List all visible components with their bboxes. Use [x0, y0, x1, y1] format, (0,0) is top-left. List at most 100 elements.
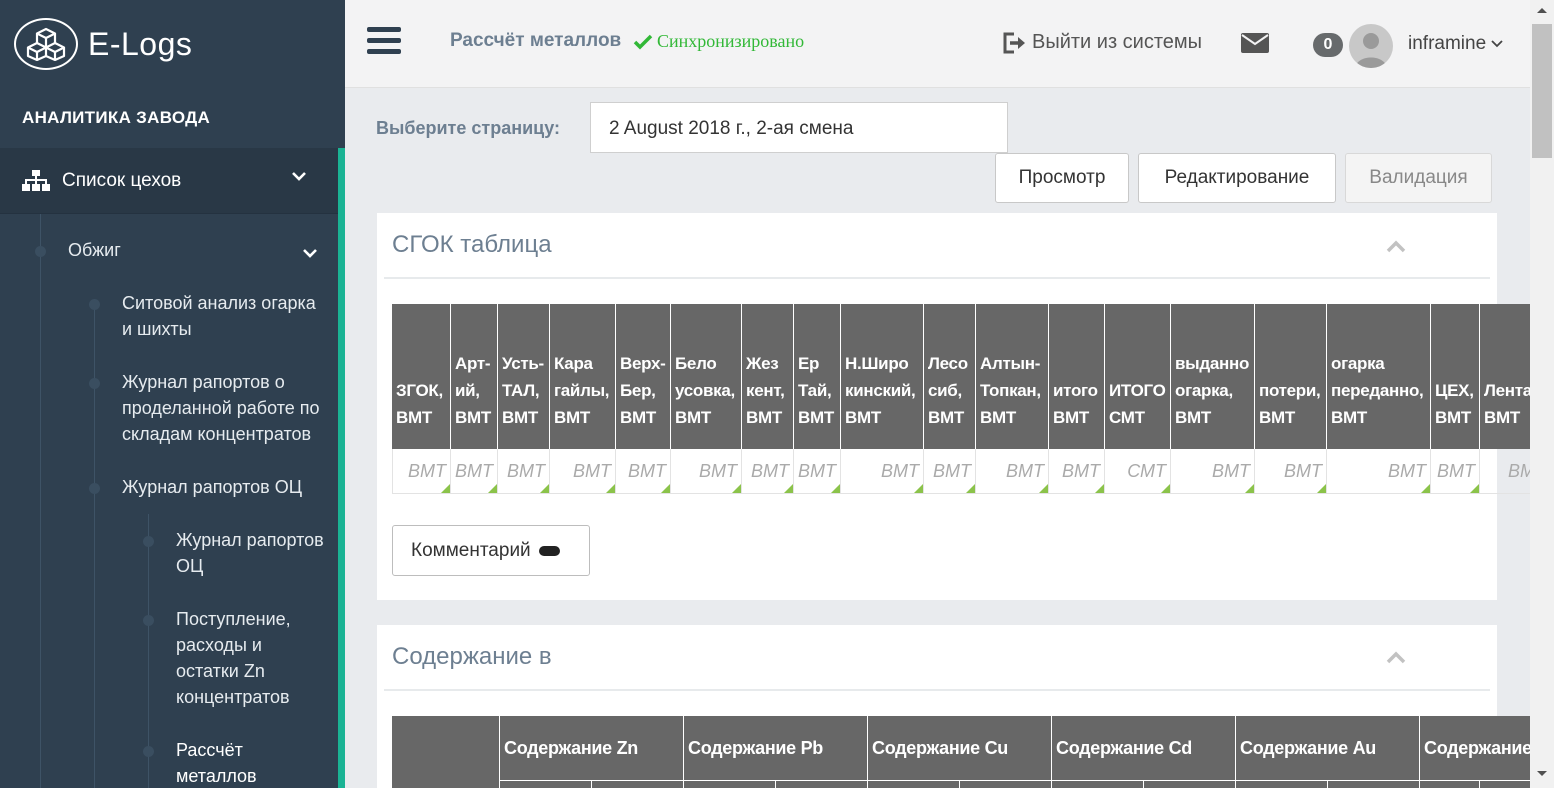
- notification-badge[interactable]: 0: [1313, 33, 1343, 57]
- user-menu[interactable]: inframine: [1408, 33, 1504, 55]
- page-select[interactable]: 2 August 2018 г., 2-ая смена: [590, 102, 1008, 153]
- table-header-cell: Содержание Pb: [683, 716, 867, 780]
- table-header-cell: ЦЕХ, ВМТ: [1430, 304, 1479, 449]
- sidebar-item-zn-concentrates[interactable]: Поступление, расходы и остатки Zn концен…: [176, 606, 291, 710]
- sidebar-item-obzhig[interactable]: Обжиг: [68, 237, 121, 263]
- table-input-cell[interactable]: ВМТ: [1254, 449, 1326, 494]
- cubes-icon: [14, 18, 78, 70]
- table-header-cell: Содержание Au: [1235, 716, 1419, 780]
- table-header-cell: ИТОГО СМТ: [1104, 304, 1170, 449]
- table-input-cell[interactable]: ВМТ: [497, 449, 549, 494]
- table-input-cell[interactable]: ВМТ: [793, 449, 840, 494]
- table-header-cell: Содержание: [1419, 716, 1530, 780]
- tree-line: [40, 214, 41, 788]
- table-input-cell[interactable]: ВМТ: [1048, 449, 1104, 494]
- logout-link[interactable]: Выйти из системы: [1002, 31, 1202, 54]
- table-header-cell: Арт- ий, ВМТ: [450, 304, 497, 449]
- sidebar-section-title: АНАЛИТИКА ЗАВОДА: [22, 108, 211, 127]
- table-input-cell[interactable]: ВМ: [1479, 449, 1530, 494]
- envelope-icon[interactable]: [1241, 33, 1269, 58]
- tree-dot: [143, 746, 154, 757]
- table-input-cell[interactable]: ВМТ: [923, 449, 975, 494]
- hamburger-icon[interactable]: [367, 27, 401, 59]
- username: inframine: [1408, 33, 1487, 54]
- tree-dot: [89, 378, 100, 389]
- table-subheader-cell: [1143, 780, 1235, 788]
- table-input-cell[interactable]: ВМТ: [615, 449, 670, 494]
- check-icon: [633, 34, 653, 49]
- sidebar-item-label: Список цехов: [62, 169, 182, 191]
- logout-label: Выйти из системы: [1032, 31, 1203, 53]
- table-subheader-cell: [1051, 780, 1143, 788]
- page-title: Рассчёт металлов: [450, 30, 622, 51]
- table-subheader-cell: [775, 780, 867, 788]
- table-input-cell[interactable]: ВМТ: [1170, 449, 1254, 494]
- table-subheader-cell: [1235, 780, 1327, 788]
- scroll-down-arrow[interactable]: [1536, 770, 1548, 778]
- table-input-cell[interactable]: ВМТ: [670, 449, 741, 494]
- chevron-up-icon[interactable]: [1385, 651, 1407, 665]
- table-header-cell: Усть- ТАЛ, ВМТ: [497, 304, 549, 449]
- table-subheader-cell: [683, 780, 775, 788]
- sidebar-item-oc-reports[interactable]: Журнал рапортов ОЦ: [122, 474, 302, 500]
- table-header-cell: Кара гайлы, ВМТ: [549, 304, 615, 449]
- logout-icon: [1003, 32, 1025, 53]
- table-input-cell[interactable]: ВМТ: [741, 449, 793, 494]
- comment-button[interactable]: Комментарий: [392, 525, 590, 576]
- scroll-up-arrow[interactable]: [1536, 6, 1548, 14]
- topbar: Рассчёт металлов Синхронизировано Выйти …: [345, 0, 1530, 88]
- table-header: ЗГОК, ВМТ Арт- ий, ВМТ Усть- ТАЛ, ВМТ Кара …: [392, 304, 1530, 449]
- sidebar-item-oc-reports-sub[interactable]: Журнал рапортов ОЦ: [176, 527, 324, 579]
- chevron-down-icon: [1491, 40, 1503, 48]
- view-button[interactable]: Просмотр: [995, 153, 1129, 203]
- table-header-cell: Содержание Zn: [499, 716, 683, 780]
- sidebar-item-concentrate-reports[interactable]: Журнал рапортов о проделанной работе по …: [122, 369, 320, 447]
- scroll-thumb[interactable]: [1532, 24, 1552, 158]
- table-input-cell[interactable]: ВМТ: [450, 449, 497, 494]
- table-header-cell: Н.Широ кинский, ВМТ: [840, 304, 923, 449]
- panel-title: Содержание в: [392, 643, 552, 670]
- comment-badge: [538, 545, 560, 556]
- sync-status-text: Синхронизировано: [657, 31, 805, 51]
- table-input-cell[interactable]: СМТ: [1104, 449, 1170, 494]
- table-header-cell: [392, 716, 499, 788]
- chevron-up-icon[interactable]: [1385, 240, 1407, 254]
- panel-title: СГОК таблица: [392, 231, 552, 258]
- table-input-cell[interactable]: ВМТ: [1326, 449, 1430, 494]
- panel-divider: [384, 277, 1490, 279]
- sgok-table: ЗГОК, ВМТ Арт- ий, ВМТ Усть- ТАЛ, ВМТ Кара …: [392, 304, 1530, 494]
- edit-button[interactable]: Редактирование: [1138, 153, 1336, 203]
- sync-status: Синхронизировано: [633, 31, 804, 52]
- table-header-cell: итого ВМТ: [1048, 304, 1104, 449]
- table-input-cell[interactable]: ВМТ: [840, 449, 923, 494]
- table-subheader-cell: [1419, 780, 1479, 788]
- table-header-cell: Содержание Cd: [1051, 716, 1235, 780]
- table-header-cell: Лента ВМТ: [1479, 304, 1530, 449]
- select-page-label: Выберите страницу:: [376, 118, 560, 138]
- sidebar-item-metal-calc[interactable]: Рассчёт металлов: [176, 737, 257, 788]
- table-input-cell[interactable]: ВМТ: [392, 449, 450, 494]
- tree-dot: [89, 483, 100, 494]
- sitemap-icon: [22, 169, 50, 191]
- sidebar-item-sieve-analysis[interactable]: Ситовой анализ огарка и шихты: [122, 290, 316, 342]
- active-accent-bar: [338, 148, 345, 788]
- sidebar-tree: Обжиг Ситовой анализ огарка и шихты Журн…: [0, 214, 338, 788]
- table-header-cell: Жез кент, ВМТ: [741, 304, 793, 449]
- tree-dot: [143, 615, 154, 626]
- panel-divider: [384, 689, 1490, 691]
- table-header-cell: Бело усовка, ВМТ: [670, 304, 741, 449]
- tree-dot: [143, 536, 154, 547]
- table-subheader-cell: [591, 780, 683, 788]
- validate-button[interactable]: Валидация: [1345, 153, 1492, 203]
- tree-dot: [35, 246, 46, 257]
- brand[interactable]: E-Logs: [0, 0, 345, 88]
- table-subheader-cell: [959, 780, 1051, 788]
- avatar[interactable]: [1349, 24, 1393, 68]
- page-scrollbar[interactable]: [1530, 0, 1554, 788]
- table-input-cell[interactable]: ВМТ: [975, 449, 1048, 494]
- sidebar-item-workshops[interactable]: Список цехов: [0, 148, 345, 214]
- table-input-cell[interactable]: ВМТ: [1430, 449, 1479, 494]
- table-header-cell: огарка переданно, ВМТ: [1326, 304, 1430, 449]
- table-input-cell[interactable]: ВМТ: [549, 449, 615, 494]
- table-header-cell: Алтын- Топкан, ВМТ: [975, 304, 1048, 449]
